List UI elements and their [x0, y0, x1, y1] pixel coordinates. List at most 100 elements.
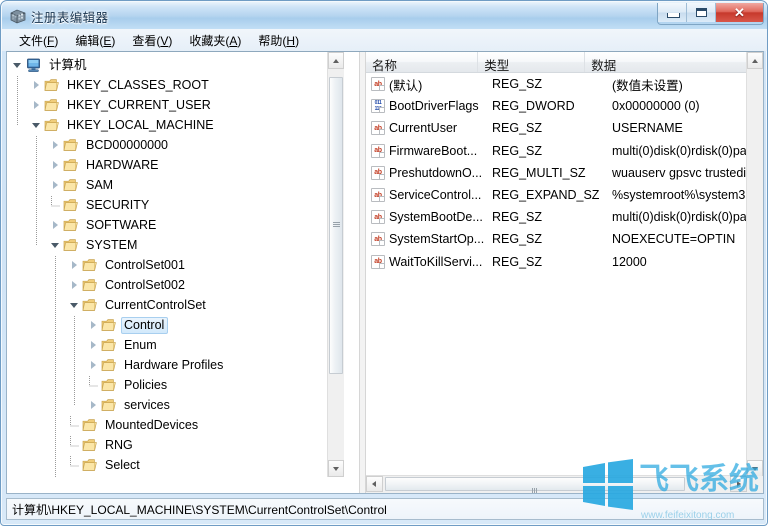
value-row[interactable]: abWaitToKillServi...REG_SZ12000	[366, 251, 747, 273]
tree-node-计算机[interactable]: 计算机	[7, 55, 343, 75]
menubar: 文件(F) 编辑(E) 查看(V) 收藏夹(A) 帮助(H)	[2, 29, 768, 51]
value-row[interactable]: 011110BootDriverFlagsREG_DWORD0x00000000…	[366, 95, 747, 117]
chevron-up-icon	[752, 59, 758, 63]
string-value-icon: ab	[371, 144, 385, 158]
expand-arrow-icon[interactable]	[88, 340, 99, 351]
tree-node-hkey_local_machine[interactable]: HKEY_LOCAL_MACHINE	[7, 115, 343, 135]
tree-node-sam[interactable]: SAM	[7, 175, 343, 195]
values-list[interactable]: ab(默认)REG_SZ(数值未设置)011110BootDriverFlags…	[366, 73, 747, 476]
tree-node-label: SECURITY	[83, 197, 153, 214]
tree-connector-icon	[69, 440, 80, 451]
value-row[interactable]: abSystemStartOp...REG_SZ NOEXECUTE=OPTIN	[366, 228, 747, 250]
expand-arrow-icon[interactable]	[69, 260, 80, 271]
menu-edit[interactable]: 编辑(E)	[67, 30, 124, 51]
tree-node-label: Setup	[102, 477, 142, 478]
collapse-arrow-icon[interactable]	[50, 240, 61, 251]
menu-view[interactable]: 查看(V)	[124, 30, 181, 51]
scroll-right-button[interactable]	[730, 476, 747, 492]
tree-node-enum[interactable]: Enum	[7, 335, 343, 355]
menu-file[interactable]: 文件(F)	[11, 30, 67, 51]
close-button[interactable]: ✕	[716, 3, 763, 22]
tree-node-select[interactable]: Select	[7, 455, 343, 475]
tree-node-label: Policies	[121, 377, 171, 394]
chevron-up-icon	[333, 59, 339, 63]
value-row[interactable]: ab(默认)REG_SZ(数值未设置)	[366, 73, 747, 95]
tree-node-controlset002[interactable]: ControlSet002	[7, 275, 343, 295]
column-header-name[interactable]: 名称	[366, 52, 478, 72]
maximize-button[interactable]	[687, 3, 716, 22]
maximize-icon	[696, 8, 707, 17]
scroll-down-button[interactable]	[328, 460, 344, 477]
tree-node-label: Enum	[121, 337, 161, 354]
value-type-cell: REG_DWORD	[492, 99, 612, 113]
collapse-arrow-icon[interactable]	[69, 300, 80, 311]
expand-arrow-icon[interactable]	[69, 280, 80, 291]
expand-arrow-icon[interactable]	[50, 180, 61, 191]
values-horizontal-scrollbar[interactable]	[366, 475, 747, 493]
minimize-button[interactable]	[658, 3, 687, 22]
expand-arrow-icon[interactable]	[50, 220, 61, 231]
value-data-cell: 0x00000000 (0)	[612, 99, 747, 113]
scroll-up-button[interactable]	[328, 52, 344, 69]
value-row[interactable]: abFirmwareBoot...REG_SZmulti(0)disk(0)rd…	[366, 140, 747, 162]
pane-splitter[interactable]	[359, 52, 366, 493]
window-title: 注册表编辑器	[31, 7, 108, 26]
tree-node-controlset001[interactable]: ControlSet001	[7, 255, 343, 275]
value-data-cell: %systemroot%\system32\s	[612, 188, 747, 202]
tree-node-hardware-profiles[interactable]: Hardware Profiles	[7, 355, 343, 375]
tree-node-currentcontrolset[interactable]: CurrentControlSet	[7, 295, 343, 315]
tree-node-setup[interactable]: Setup	[7, 475, 343, 477]
value-row[interactable]: abSystemBootDe...REG_SZmulti(0)disk(0)rd…	[366, 206, 747, 228]
collapse-arrow-icon[interactable]	[12, 60, 23, 71]
expand-arrow-icon[interactable]	[50, 160, 61, 171]
scroll-left-button[interactable]	[366, 476, 383, 492]
tree-node-hardware[interactable]: HARDWARE	[7, 155, 343, 175]
chevron-down-icon	[752, 467, 758, 471]
tree-node-label: SAM	[83, 177, 117, 194]
expand-arrow-icon[interactable]	[31, 80, 42, 91]
value-row[interactable]: abCurrentUserREG_SZUSERNAME	[366, 117, 747, 139]
expand-arrow-icon[interactable]	[50, 140, 61, 151]
tree-node-hkey_classes_root[interactable]: HKEY_CLASSES_ROOT	[7, 75, 343, 95]
tree-node-control[interactable]: Control	[7, 315, 343, 335]
collapse-arrow-icon[interactable]	[31, 120, 42, 131]
column-header-type[interactable]: 类型	[478, 52, 585, 72]
value-name-cell: abCurrentUser	[366, 121, 492, 135]
column-header-data[interactable]: 数据	[585, 52, 763, 72]
folder-icon	[44, 118, 60, 132]
value-type-cell: REG_SZ	[492, 255, 612, 269]
hscrollbar-thumb[interactable]	[385, 477, 685, 491]
scroll-down-button[interactable]	[747, 460, 763, 477]
close-icon: ✕	[716, 3, 763, 23]
string-value-icon: ab	[371, 188, 385, 202]
value-row[interactable]: abServiceControl...REG_EXPAND_SZ%systemr…	[366, 184, 747, 206]
tree-vertical-scrollbar[interactable]	[327, 52, 344, 477]
tree-node-mounteddevices[interactable]: MountedDevices	[7, 415, 343, 435]
tree-node-label: HARDWARE	[83, 157, 162, 174]
scroll-up-button[interactable]	[747, 52, 763, 69]
scrollbar-thumb[interactable]	[329, 77, 343, 374]
tree-node-hkey_current_user[interactable]: HKEY_CURRENT_USER	[7, 95, 343, 115]
tree-node-label: RNG	[102, 437, 137, 454]
values-vertical-scrollbar[interactable]	[746, 52, 763, 477]
tree-node-system[interactable]: SYSTEM	[7, 235, 343, 255]
titlebar[interactable]: 注册表编辑器 ✕	[2, 2, 768, 29]
expand-arrow-icon[interactable]	[88, 400, 99, 411]
tree-node-policies[interactable]: Policies	[7, 375, 343, 395]
expand-arrow-icon[interactable]	[88, 320, 99, 331]
menu-favorites[interactable]: 收藏夹(A)	[181, 30, 250, 51]
tree-node-bcd00000000[interactable]: BCD00000000	[7, 135, 343, 155]
menu-help[interactable]: 帮助(H)	[250, 30, 308, 51]
tree-node-services[interactable]: services	[7, 395, 343, 415]
value-row[interactable]: abPreshutdownO...REG_MULTI_SZwuauserv gp…	[366, 162, 747, 184]
expand-arrow-icon[interactable]	[31, 100, 42, 111]
tree-node-security[interactable]: SECURITY	[7, 195, 343, 215]
tree-node-software[interactable]: SOFTWARE	[7, 215, 343, 235]
string-value-icon: ab	[371, 255, 385, 269]
tree-node-rng[interactable]: RNG	[7, 435, 343, 455]
value-data-cell: (数值未设置)	[612, 75, 747, 94]
statusbar-path: 计算机\HKEY_LOCAL_MACHINE\SYSTEM\CurrentCon…	[12, 501, 387, 518]
registry-tree[interactable]: 计算机HKEY_CLASSES_ROOTHKEY_CURRENT_USERHKE…	[7, 52, 343, 477]
value-name: SystemBootDe...	[389, 210, 483, 224]
expand-arrow-icon[interactable]	[88, 360, 99, 371]
